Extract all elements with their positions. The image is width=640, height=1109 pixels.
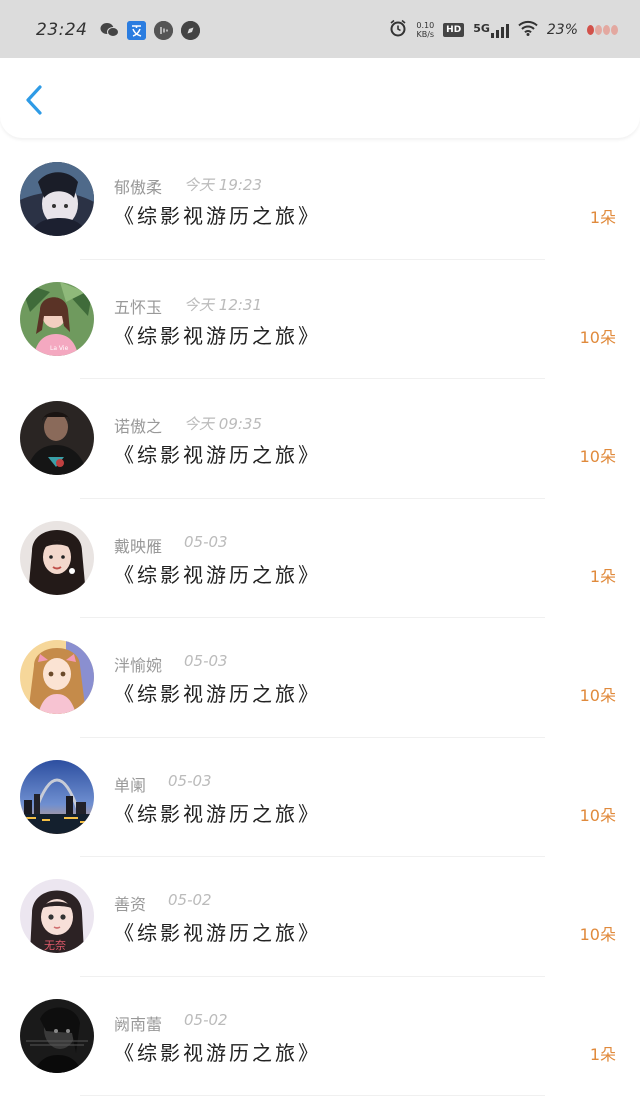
net-speed-unit: KB/s [416, 30, 435, 39]
book-title[interactable]: 《综影视游历之旅》 [114, 1037, 321, 1066]
avatar[interactable] [20, 162, 94, 236]
book-title[interactable]: 《综影视游历之旅》 [114, 320, 321, 349]
sender-info: 单阑 05-03 [114, 772, 212, 796]
sender-info: 泮愉婉 05-03 [114, 652, 228, 676]
sender-info: 诺傲之 今天 09:35 [114, 413, 262, 437]
avatar-shirt-text: La Vie [50, 345, 69, 352]
flower-count: 10朵 [579, 686, 616, 705]
battery-percent: 23% [546, 22, 578, 38]
sender-info: 郁傲柔 今天 19:23 [114, 174, 262, 198]
gift-list: 郁傲柔 今天 19:23 《综影视游历之旅》 1朵 La Vie 五怀玉 今天 … [0, 140, 640, 1096]
sender-name: 郁傲柔 [114, 178, 163, 197]
avatar[interactable] [20, 998, 94, 1073]
list-item[interactable]: 无奈 善资 05-02 《综影视游历之旅》 10朵 [0, 857, 640, 977]
back-button[interactable] [18, 80, 54, 120]
flower-count: 10朵 [579, 447, 616, 466]
sender-name: 诺傲之 [114, 417, 163, 436]
hd-badge: HD [443, 23, 465, 37]
send-time: 05-02 [184, 1010, 228, 1029]
sender-name: 泮愉婉 [114, 656, 163, 675]
translate-icon [126, 20, 146, 40]
avatar[interactable] [20, 401, 94, 475]
list-item[interactable]: 郁傲柔 今天 19:23 《综影视游历之旅》 1朵 [0, 140, 640, 260]
flower-count: 10朵 [579, 925, 616, 944]
system-icons: 0.10 KB/s HD 5G 23% [389, 19, 618, 41]
list-item[interactable]: 泮愉婉 05-03 《综影视游历之旅》 10朵 [0, 618, 640, 738]
send-time: 05-03 [184, 532, 228, 551]
sender-info: 五怀玉 今天 12:31 [114, 294, 262, 318]
avatar-caption: 无奈 [44, 938, 66, 952]
chevron-left-icon [26, 85, 42, 115]
alarm-icon [389, 19, 407, 41]
flower-count: 1朵 [589, 208, 616, 227]
list-item[interactable]: 戴映雁 05-03 《综影视游历之旅》 1朵 [0, 499, 640, 618]
book-title[interactable]: 《综影视游历之旅》 [114, 678, 321, 707]
send-time: 05-02 [168, 891, 212, 909]
list-item[interactable]: 单阑 05-03 《综影视游历之旅》 10朵 [0, 738, 640, 857]
notification-icons [100, 20, 200, 40]
flower-count: 10朵 [579, 327, 616, 347]
sender-info: 阙南蕾 05-02 [114, 1011, 228, 1035]
avatar[interactable] [20, 759, 94, 834]
sender-name: 单阑 [114, 775, 147, 795]
mobile-signal: 5G [473, 22, 509, 38]
avatar[interactable]: 无奈 [20, 879, 94, 953]
book-title[interactable]: 《综影视游历之旅》 [114, 559, 321, 588]
sender-info: 善资 05-02 [114, 891, 212, 915]
book-title[interactable]: 《综影视游历之旅》 [114, 200, 321, 229]
flower-count: 1朵 [589, 566, 616, 586]
sender-name: 阙南蕾 [114, 1014, 163, 1034]
list-item[interactable]: 诺傲之 今天 09:35 《综影视游历之旅》 10朵 [0, 379, 640, 499]
flower-count: 10朵 [579, 805, 616, 825]
list-item[interactable]: 阙南蕾 05-02 《综影视游历之旅》 1朵 [0, 977, 640, 1096]
list-item[interactable]: La Vie 五怀玉 今天 12:31 《综影视游历之旅》 10朵 [0, 260, 640, 379]
sender-name: 善资 [114, 895, 147, 914]
avatar[interactable] [20, 640, 94, 714]
sender-name: 五怀玉 [114, 297, 163, 317]
net-speed-value: 0.10 [416, 21, 435, 30]
status-bar: 23:24 0.10 KB/s HD 5G 23% [0, 0, 640, 60]
sender-name: 戴映雁 [114, 536, 163, 556]
send-time: 今天 12:31 [184, 295, 263, 314]
avatar[interactable] [20, 520, 94, 595]
wifi-icon [518, 20, 538, 40]
network-type: 5G [473, 22, 490, 35]
send-time: 今天 09:35 [184, 415, 263, 433]
signal-icon [490, 22, 509, 38]
avatar[interactable]: La Vie [20, 281, 94, 356]
wechat-icon [100, 21, 119, 40]
status-time: 23:24 [36, 20, 88, 40]
header [0, 58, 640, 138]
compass-icon [180, 20, 200, 40]
send-time: 05-03 [184, 652, 228, 670]
send-time: 今天 19:23 [184, 176, 263, 194]
sender-info: 戴映雁 05-03 [114, 533, 228, 557]
book-title[interactable]: 《综影视游历之旅》 [114, 917, 321, 946]
divider [80, 1095, 545, 1096]
battery-icon [587, 25, 618, 35]
send-time: 05-03 [168, 771, 212, 790]
net-speed: 0.10 KB/s [416, 21, 434, 39]
flower-count: 1朵 [589, 1044, 616, 1064]
media-icon [153, 20, 173, 40]
book-title[interactable]: 《综影视游历之旅》 [114, 439, 321, 468]
book-title[interactable]: 《综影视游历之旅》 [114, 798, 321, 827]
